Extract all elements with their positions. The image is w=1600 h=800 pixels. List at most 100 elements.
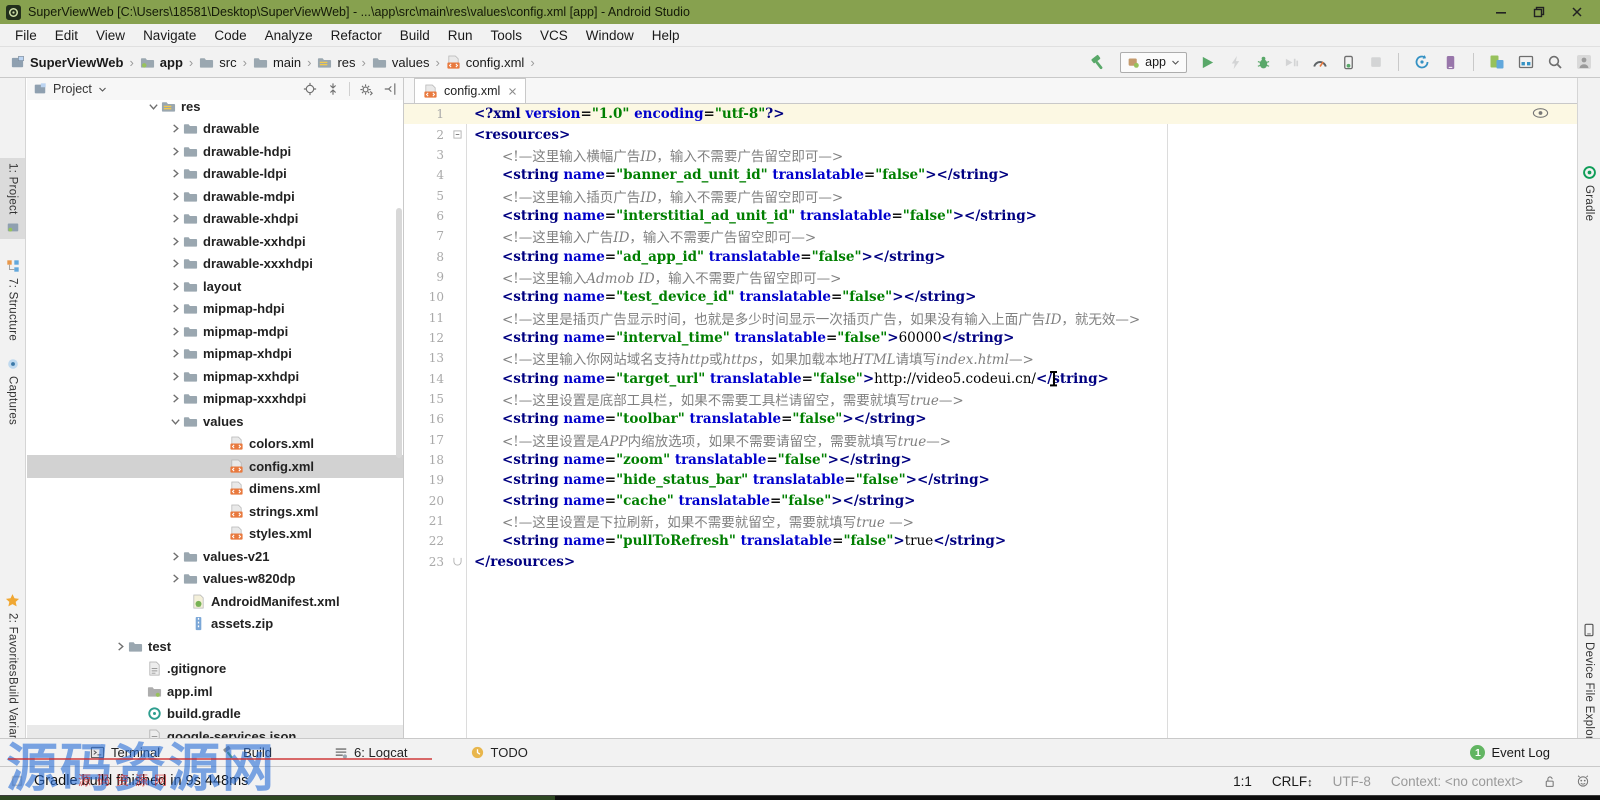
search-everywhere-icon[interactable] bbox=[1547, 54, 1563, 70]
breadcrumb-superviewweb[interactable]: SuperViewWeb bbox=[8, 54, 125, 71]
stop-icon[interactable] bbox=[1369, 55, 1383, 69]
tree-item-values-w820dp[interactable]: values-w820dp bbox=[27, 568, 403, 591]
line-number[interactable]: 21 bbox=[404, 514, 448, 528]
chevron-right-icon[interactable] bbox=[167, 146, 183, 157]
tree-item-values-v21[interactable]: values-v21 bbox=[27, 545, 403, 568]
build-hammer-icon[interactable] bbox=[1090, 54, 1107, 71]
line-number[interactable]: 5 bbox=[404, 189, 448, 203]
chevron-right-icon[interactable] bbox=[167, 281, 183, 292]
tree-item-drawable-xxhdpi[interactable]: drawable-xxhdpi bbox=[27, 230, 403, 253]
layout-inspector-icon[interactable] bbox=[1489, 54, 1505, 70]
tool-strip-2-favorites[interactable]: 2: Favorites bbox=[0, 588, 25, 682]
menu-build[interactable]: Build bbox=[391, 26, 439, 45]
chevron-right-icon[interactable] bbox=[167, 191, 183, 202]
chevron-right-icon[interactable] bbox=[167, 236, 183, 247]
tree-item-strings-xml[interactable]: strings.xml bbox=[27, 500, 403, 523]
fold-marker-icon[interactable] bbox=[448, 557, 466, 566]
line-number[interactable]: 8 bbox=[404, 250, 448, 264]
project-panel-title[interactable]: Project bbox=[53, 82, 92, 96]
tree-item-drawable-mdpi[interactable]: drawable-mdpi bbox=[27, 185, 403, 208]
line-number[interactable]: 3 bbox=[404, 148, 448, 162]
close-icon[interactable] bbox=[1560, 1, 1594, 23]
line-number[interactable]: 6 bbox=[404, 209, 448, 223]
menu-view[interactable]: View bbox=[87, 26, 134, 45]
tree-item-assets-zip[interactable]: assets.zip bbox=[27, 613, 403, 636]
fold-marker-icon[interactable] bbox=[448, 130, 466, 139]
menu-edit[interactable]: Edit bbox=[46, 26, 87, 45]
close-tab-icon[interactable] bbox=[508, 87, 517, 96]
project-tree-scrollbar[interactable] bbox=[396, 208, 402, 458]
tree-item-test[interactable]: test bbox=[27, 635, 403, 658]
hector-icon[interactable] bbox=[1576, 774, 1590, 788]
lock-icon[interactable] bbox=[1543, 775, 1556, 788]
tree-item-config-xml[interactable]: config.xml bbox=[27, 455, 403, 478]
menu-code[interactable]: Code bbox=[205, 26, 255, 45]
chevron-right-icon[interactable] bbox=[167, 348, 183, 359]
line-number[interactable]: 2 bbox=[404, 128, 448, 142]
tree-item-drawable-hdpi[interactable]: drawable-hdpi bbox=[27, 140, 403, 163]
tree-item-androidmanifest-xml[interactable]: AndroidManifest.xml bbox=[27, 590, 403, 613]
line-number[interactable]: 7 bbox=[404, 229, 448, 243]
line-number[interactable]: 11 bbox=[404, 311, 448, 325]
tool-strip-7-structure[interactable]: 7: Structure bbox=[0, 254, 25, 346]
breadcrumb-res[interactable]: res bbox=[315, 54, 357, 71]
hide-panel-icon[interactable] bbox=[383, 82, 397, 96]
line-number[interactable]: 23 bbox=[404, 555, 448, 569]
chevron-right-icon[interactable] bbox=[167, 123, 183, 134]
breadcrumb-config-xml[interactable]: config.xml bbox=[444, 54, 527, 71]
tool-button-todo[interactable]: TODO bbox=[470, 745, 528, 760]
tool-button-terminal[interactable]: Terminal bbox=[90, 745, 160, 760]
line-number[interactable]: 15 bbox=[404, 392, 448, 406]
maximize-icon[interactable] bbox=[1522, 1, 1556, 23]
chevron-right-icon[interactable] bbox=[167, 213, 183, 224]
tool-strip-gradle[interactable]: Gradle bbox=[1578, 160, 1600, 226]
tree-item-build-gradle[interactable]: build.gradle bbox=[27, 703, 403, 726]
profile-icon[interactable] bbox=[1284, 55, 1299, 70]
breadcrumb-app[interactable]: app bbox=[138, 54, 185, 71]
chevron-right-icon[interactable] bbox=[167, 573, 183, 584]
code-area[interactable]: 1 <?xml version="1.0" encoding="utf-8"?> 2… bbox=[404, 104, 1577, 738]
tool-strip-captures[interactable]: Captures bbox=[0, 352, 25, 430]
avd-manager-icon[interactable] bbox=[1443, 55, 1458, 70]
locate-icon[interactable] bbox=[303, 82, 317, 96]
menu-navigate[interactable]: Navigate bbox=[134, 26, 205, 45]
tree-item-app-iml[interactable]: app.iml bbox=[27, 680, 403, 703]
menu-window[interactable]: Window bbox=[577, 26, 643, 45]
tree-item-mipmap-xhdpi[interactable]: mipmap-xhdpi bbox=[27, 343, 403, 366]
profiler-gauge-icon[interactable] bbox=[1312, 54, 1328, 70]
settings-gear-icon[interactable] bbox=[359, 82, 374, 97]
tool-strip-device-file-explorer[interactable]: Device File Explorer bbox=[1578, 618, 1600, 756]
line-number[interactable]: 20 bbox=[404, 494, 448, 508]
tree-item-mipmap-hdpi[interactable]: mipmap-hdpi bbox=[27, 298, 403, 321]
menu-refactor[interactable]: Refactor bbox=[322, 26, 391, 45]
line-number[interactable]: 22 bbox=[404, 534, 448, 548]
context-widget[interactable]: Context: <no context> bbox=[1391, 774, 1523, 789]
tree-item-colors-xml[interactable]: colors.xml bbox=[27, 433, 403, 456]
tree-item--gitignore[interactable]: .gitignore bbox=[27, 658, 403, 681]
event-log-button[interactable]: 1 Event Log bbox=[1470, 745, 1550, 760]
breadcrumb-main[interactable]: main bbox=[251, 54, 303, 71]
chevron-right-icon[interactable] bbox=[167, 393, 183, 404]
chevron-down-icon[interactable] bbox=[98, 85, 107, 94]
toolwindow-toggle-icon[interactable] bbox=[10, 774, 24, 788]
tree-item-drawable-xxxhdpi[interactable]: drawable-xxxhdpi bbox=[27, 253, 403, 276]
tree-item-google-services-json[interactable]: google-services.json bbox=[27, 725, 403, 738]
chevron-down-icon[interactable] bbox=[167, 416, 183, 427]
menu-analyze[interactable]: Analyze bbox=[256, 26, 322, 45]
tab-config-xml[interactable]: config.xml bbox=[414, 78, 527, 103]
attach-debugger-icon[interactable] bbox=[1341, 55, 1356, 70]
inspection-eye-icon[interactable] bbox=[1532, 107, 1549, 119]
menu-help[interactable]: Help bbox=[643, 26, 689, 45]
tree-item-drawable[interactable]: drawable bbox=[27, 118, 403, 141]
instant-run-lightning-icon[interactable] bbox=[1228, 55, 1243, 70]
line-number[interactable]: 13 bbox=[404, 351, 448, 365]
chevron-right-icon[interactable] bbox=[167, 168, 183, 179]
tool-button-6-logcat[interactable]: 6: Logcat bbox=[334, 745, 408, 760]
tree-item-mipmap-mdpi[interactable]: mipmap-mdpi bbox=[27, 320, 403, 343]
tool-button-build[interactable]: Build bbox=[222, 745, 272, 760]
menu-file[interactable]: File bbox=[6, 26, 46, 45]
line-number[interactable]: 19 bbox=[404, 473, 448, 487]
chevron-right-icon[interactable] bbox=[167, 326, 183, 337]
avatar-icon[interactable] bbox=[1576, 54, 1592, 70]
chevron-right-icon[interactable] bbox=[167, 371, 183, 382]
